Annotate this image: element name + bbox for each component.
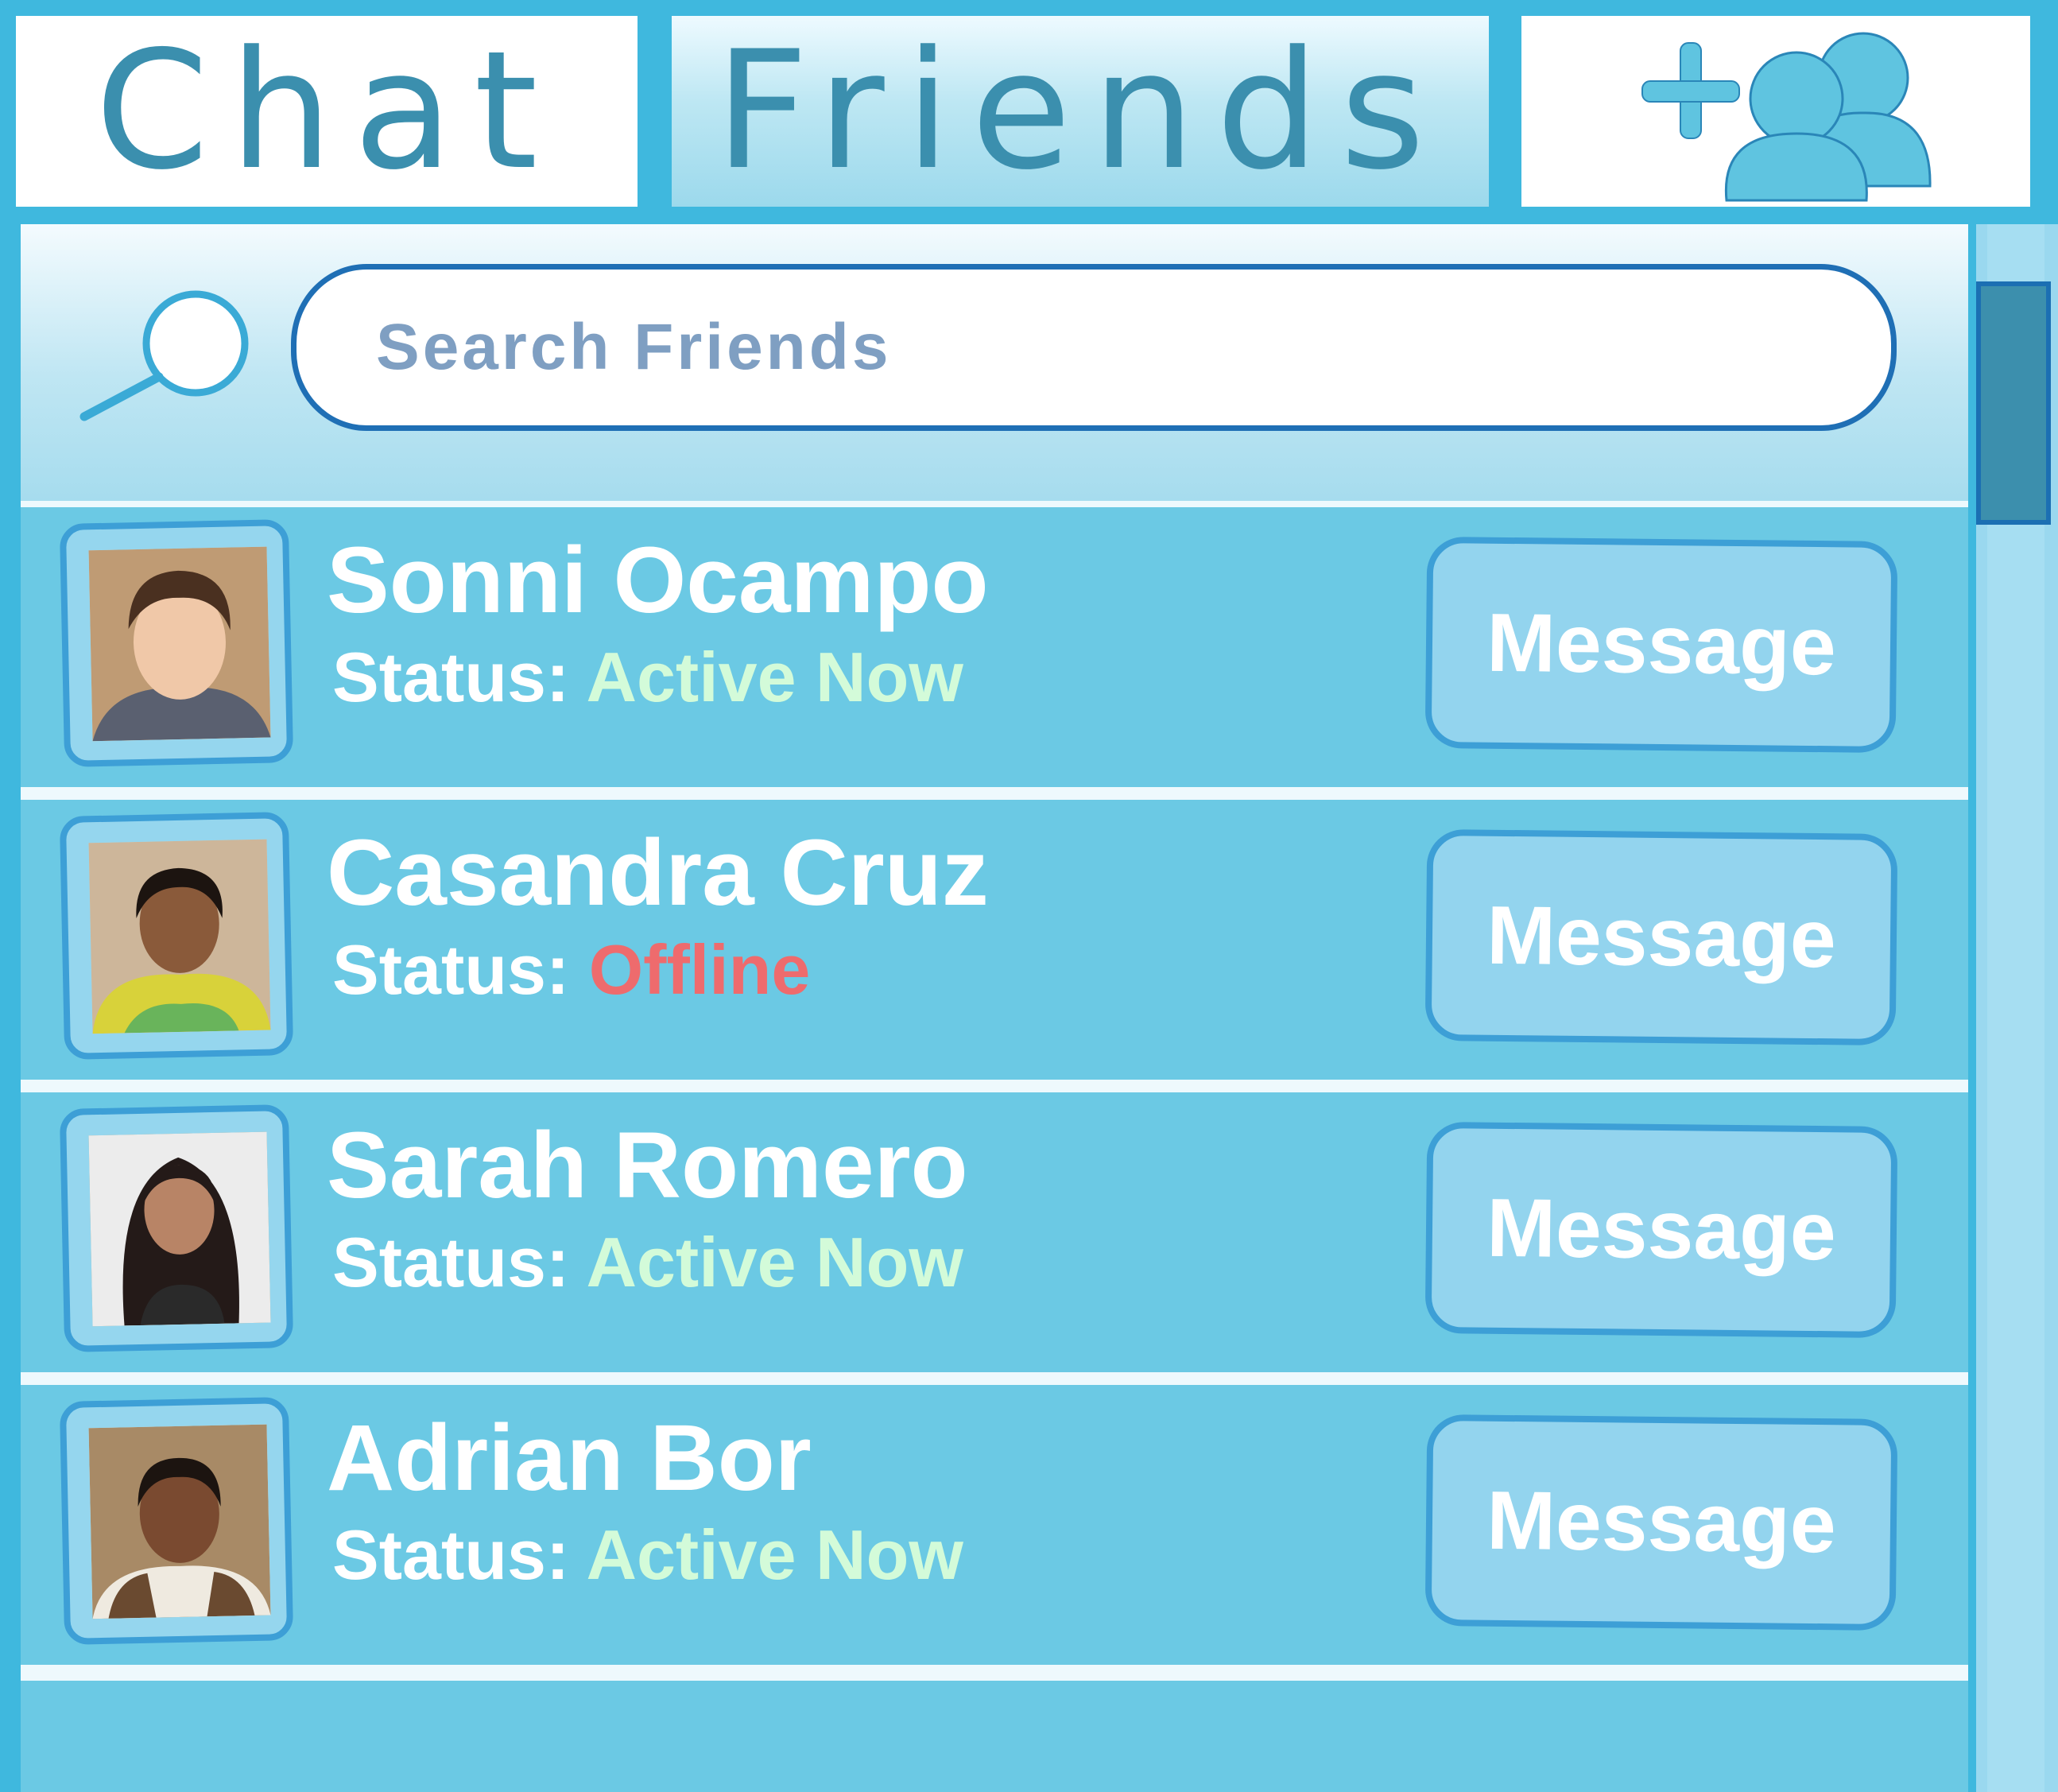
friends-panel: Search Friends Sonni Ocampo Status: Acti…: [21, 224, 1968, 1792]
avatar[interactable]: [59, 1104, 294, 1352]
tab-friends-label: Friends: [715, 16, 1446, 206]
tab-friends[interactable]: Friends: [672, 16, 1489, 207]
avatar[interactable]: [59, 812, 294, 1060]
tab-chat-label: Chat: [95, 16, 559, 206]
friend-name: Adrian Bor: [327, 1406, 812, 1511]
search-area: Search Friends: [21, 224, 1968, 501]
search-input[interactable]: Search Friends: [291, 264, 1897, 431]
avatar-photo: [88, 839, 271, 1034]
friend-status: Status: Active Now: [332, 1224, 963, 1301]
avatar-photo: [88, 546, 271, 742]
avatar[interactable]: [59, 519, 294, 767]
friend-status: Status: Active Now: [332, 1515, 963, 1594]
status-label: Status:: [332, 638, 570, 716]
list-empty-area: [21, 1681, 1968, 1792]
status-value: Active Now: [586, 638, 963, 716]
tab-bar: Chat Friends: [0, 0, 2058, 224]
status-label: Status:: [332, 930, 570, 1009]
avatar-photo: [88, 1131, 271, 1327]
friend-row[interactable]: Adrian Bor Status: Active Now Message: [21, 1385, 1968, 1665]
scrollbar[interactable]: [1976, 224, 2058, 1792]
friend-list: Sonni Ocampo Status: Active Now Message …: [21, 507, 1968, 1678]
friend-row[interactable]: Sarah Romero Status: Active Now Message: [21, 1092, 1968, 1372]
friend-row[interactable]: Sonni Ocampo Status: Active Now Message: [21, 507, 1968, 787]
status-value: Offline: [588, 930, 811, 1009]
status-value: Active Now: [586, 1515, 963, 1594]
message-button[interactable]: Message: [1424, 828, 1898, 1046]
friend-row[interactable]: Casandra Cruz Status: Offline Message: [21, 800, 1968, 1080]
add-friend-button[interactable]: [1521, 16, 2030, 207]
status-label: Status:: [332, 1515, 570, 1594]
status-label: Status:: [332, 1223, 570, 1301]
message-button[interactable]: Message: [1424, 536, 1898, 754]
scrollbar-thumb[interactable]: [1976, 281, 2051, 525]
message-button[interactable]: Message: [1424, 1121, 1898, 1339]
friend-name: Sonni Ocampo: [327, 528, 989, 633]
message-button[interactable]: Message: [1424, 1414, 1898, 1631]
friend-status: Status: Active Now: [332, 638, 963, 716]
add-friend-icon: [1601, 16, 1951, 207]
friend-status: Status: Offline: [332, 930, 811, 1009]
friend-name: Casandra Cruz: [327, 820, 989, 925]
friend-name: Sarah Romero: [327, 1113, 968, 1218]
tab-chat[interactable]: Chat: [16, 16, 638, 207]
avatar[interactable]: [59, 1397, 294, 1645]
status-value: Active Now: [586, 1223, 963, 1301]
avatar-photo: [88, 1424, 271, 1619]
search-placeholder: Search Friends: [376, 311, 892, 383]
search-icon[interactable]: [76, 288, 275, 427]
